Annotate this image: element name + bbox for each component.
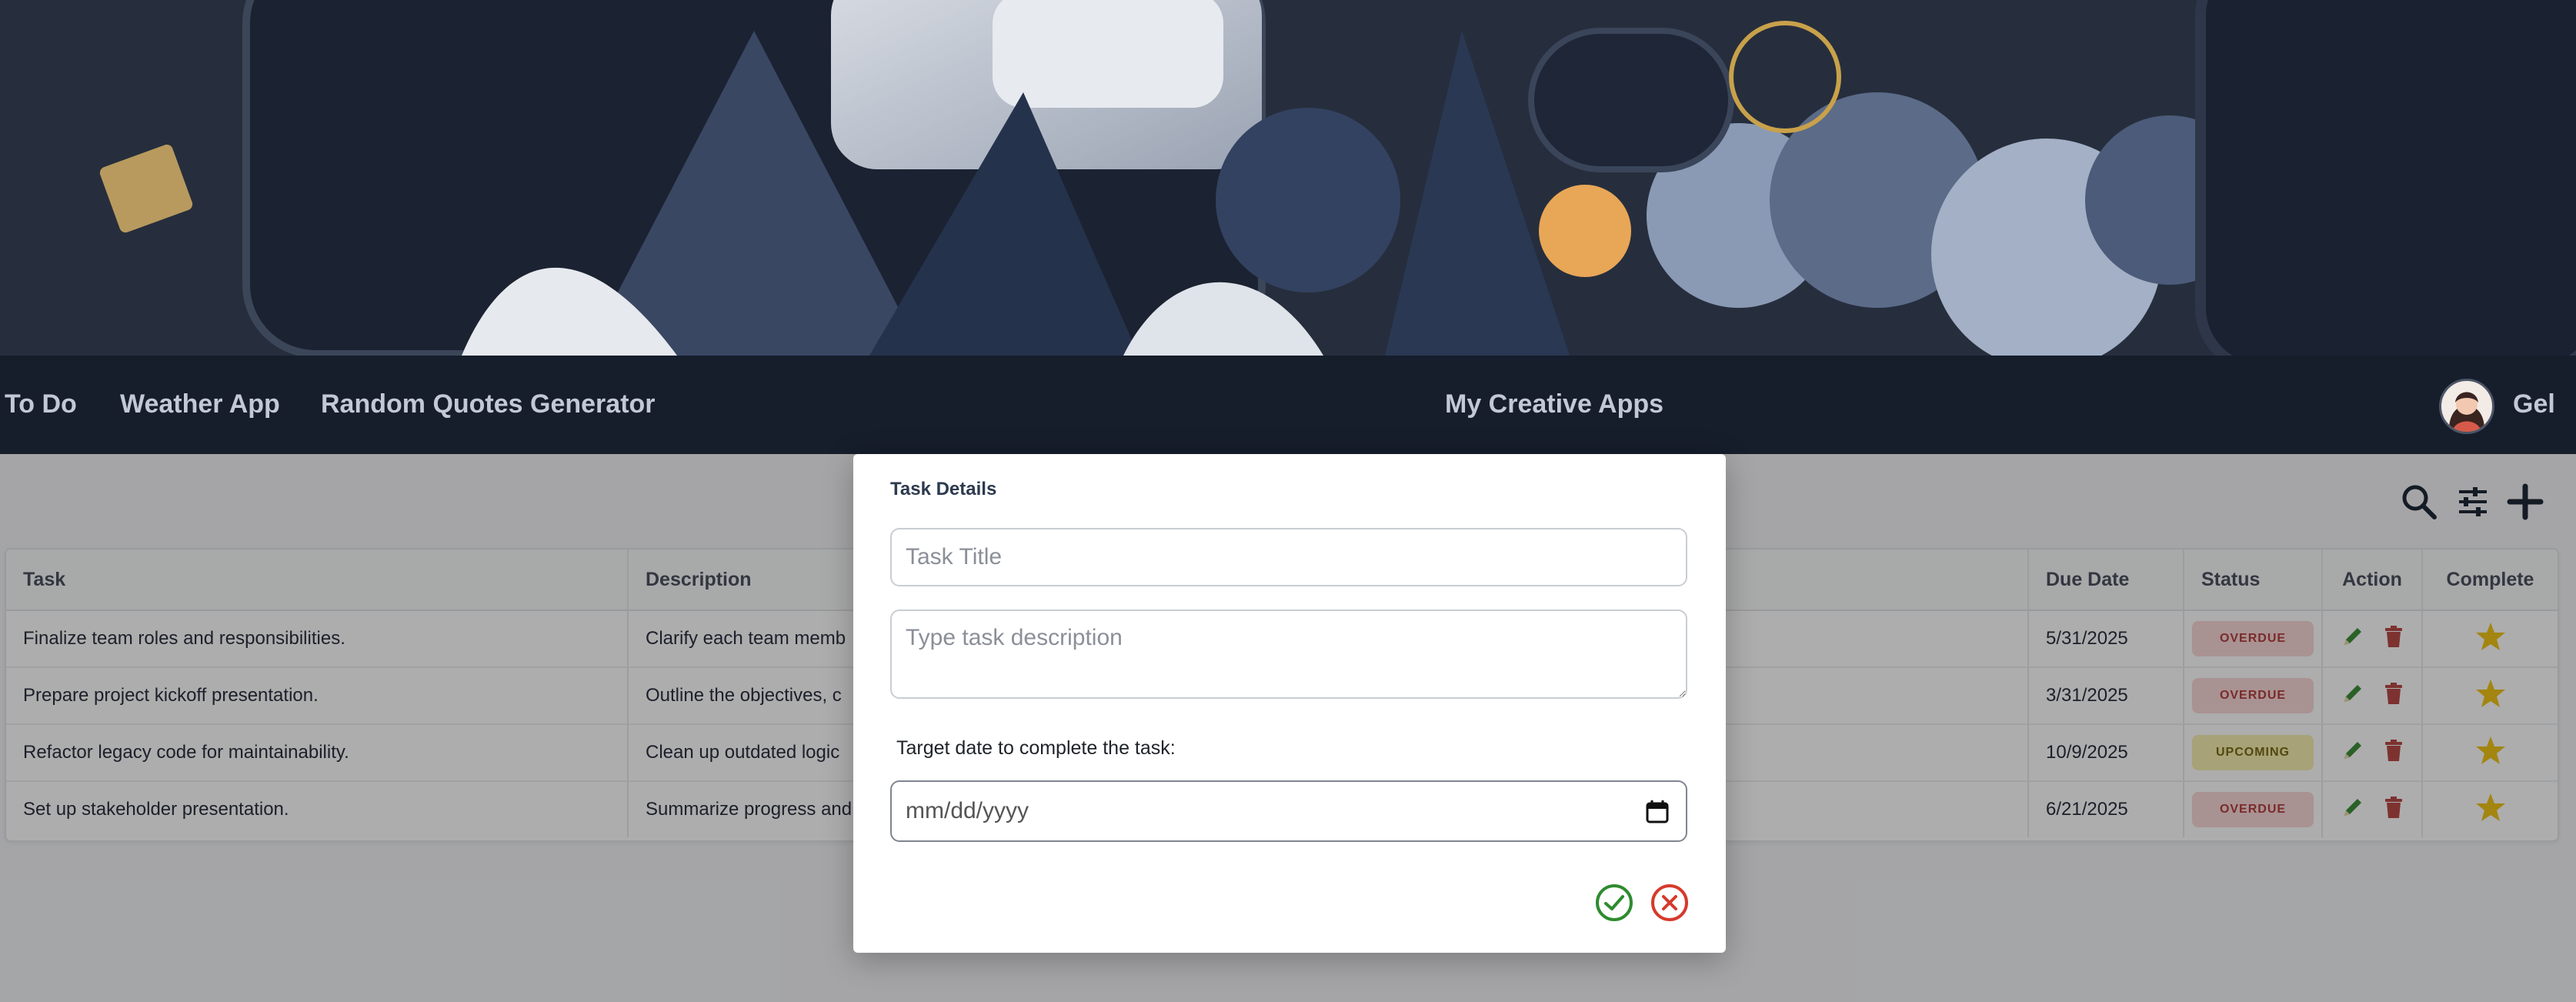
top-navbar: To Do Weather App Random Quotes Generato… (0, 356, 2576, 454)
app-brand-title: My Creative Apps (1445, 389, 1664, 419)
cancel-close-button[interactable] (1650, 883, 1689, 926)
nav-link-random-quotes[interactable]: Random Quotes Generator (321, 389, 656, 419)
target-date-input[interactable]: mm/dd/yyyy (890, 780, 1687, 842)
user-name[interactable]: Gel (2513, 389, 2555, 419)
task-title-input[interactable] (890, 528, 1687, 586)
nav-link-weather-app[interactable]: Weather App (120, 389, 280, 419)
check-circle-icon (1596, 884, 1633, 921)
modal-title: Task Details (890, 479, 997, 499)
date-placeholder: mm/dd/yyyy (906, 798, 1029, 823)
task-description-input[interactable] (890, 610, 1687, 699)
hero-banner (0, 0, 2576, 356)
nav-link-todo[interactable]: To Do (5, 389, 77, 419)
target-date-label: Target date to complete the task: (896, 737, 1176, 759)
calendar-icon[interactable] (1644, 799, 1670, 831)
close-circle-icon (1651, 884, 1688, 921)
hero-illustration (0, 0, 2576, 356)
task-details-modal: Task Details Target date to complete the… (853, 454, 1726, 953)
avatar-icon (2448, 392, 2485, 432)
confirm-check-button[interactable] (1595, 883, 1633, 926)
user-avatar[interactable] (2439, 379, 2494, 434)
